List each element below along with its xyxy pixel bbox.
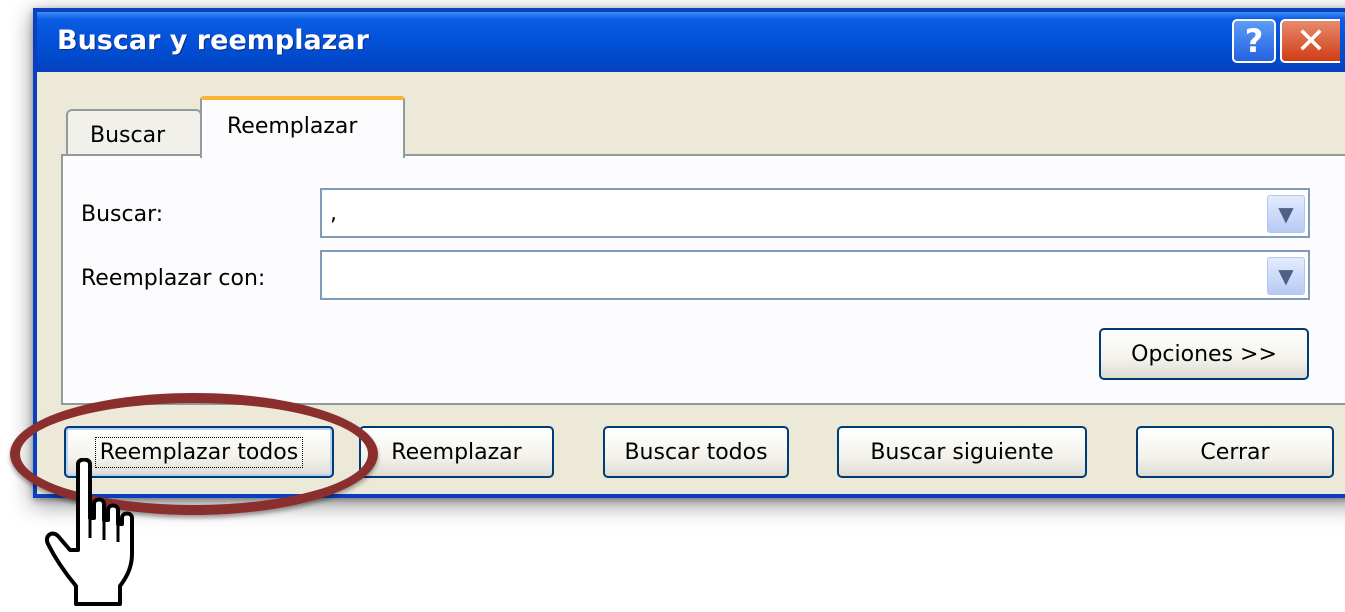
- find-all-button[interactable]: Buscar todos: [603, 426, 789, 478]
- window-title: Buscar y reemplazar: [57, 25, 369, 56]
- replace-tab-panel: Buscar: , ▼ Reemplazar con: ▼ Opciones >…: [61, 154, 1345, 405]
- find-next-button[interactable]: Buscar siguiente: [837, 426, 1087, 478]
- tab-reemplazar[interactable]: Reemplazar: [200, 96, 405, 158]
- find-label: Buscar:: [81, 202, 164, 227]
- tab-buscar-label: Buscar: [90, 123, 166, 148]
- find-input-value[interactable]: ,: [330, 201, 337, 226]
- close-icon: ✕: [1295, 20, 1327, 62]
- find-all-button-label: Buscar todos: [624, 439, 768, 465]
- hand-pointer-icon: [45, 458, 134, 606]
- chevron-down-icon[interactable]: ▼: [1267, 257, 1305, 295]
- close-window-button[interactable]: ✕: [1280, 19, 1340, 63]
- title-bar[interactable]: Buscar y reemplazar ? ✕: [37, 12, 1345, 72]
- help-button[interactable]: ?: [1232, 19, 1276, 63]
- replace-button[interactable]: Reemplazar: [359, 426, 554, 478]
- options-button-label: Opciones >>: [1131, 341, 1277, 367]
- close-button-label: Cerrar: [1200, 439, 1270, 465]
- replace-combobox[interactable]: ▼: [320, 250, 1310, 300]
- close-button[interactable]: Cerrar: [1136, 426, 1334, 478]
- replace-label: Reemplazar con:: [81, 266, 266, 291]
- chevron-down-icon[interactable]: ▼: [1267, 195, 1305, 233]
- tab-buscar[interactable]: Buscar: [66, 109, 202, 157]
- find-next-button-label: Buscar siguiente: [870, 439, 1054, 465]
- tab-reemplazar-label: Reemplazar: [227, 114, 358, 139]
- help-icon: ?: [1244, 22, 1264, 60]
- replace-button-label: Reemplazar: [391, 439, 522, 465]
- find-combobox[interactable]: , ▼: [320, 188, 1310, 238]
- options-button[interactable]: Opciones >>: [1099, 328, 1309, 380]
